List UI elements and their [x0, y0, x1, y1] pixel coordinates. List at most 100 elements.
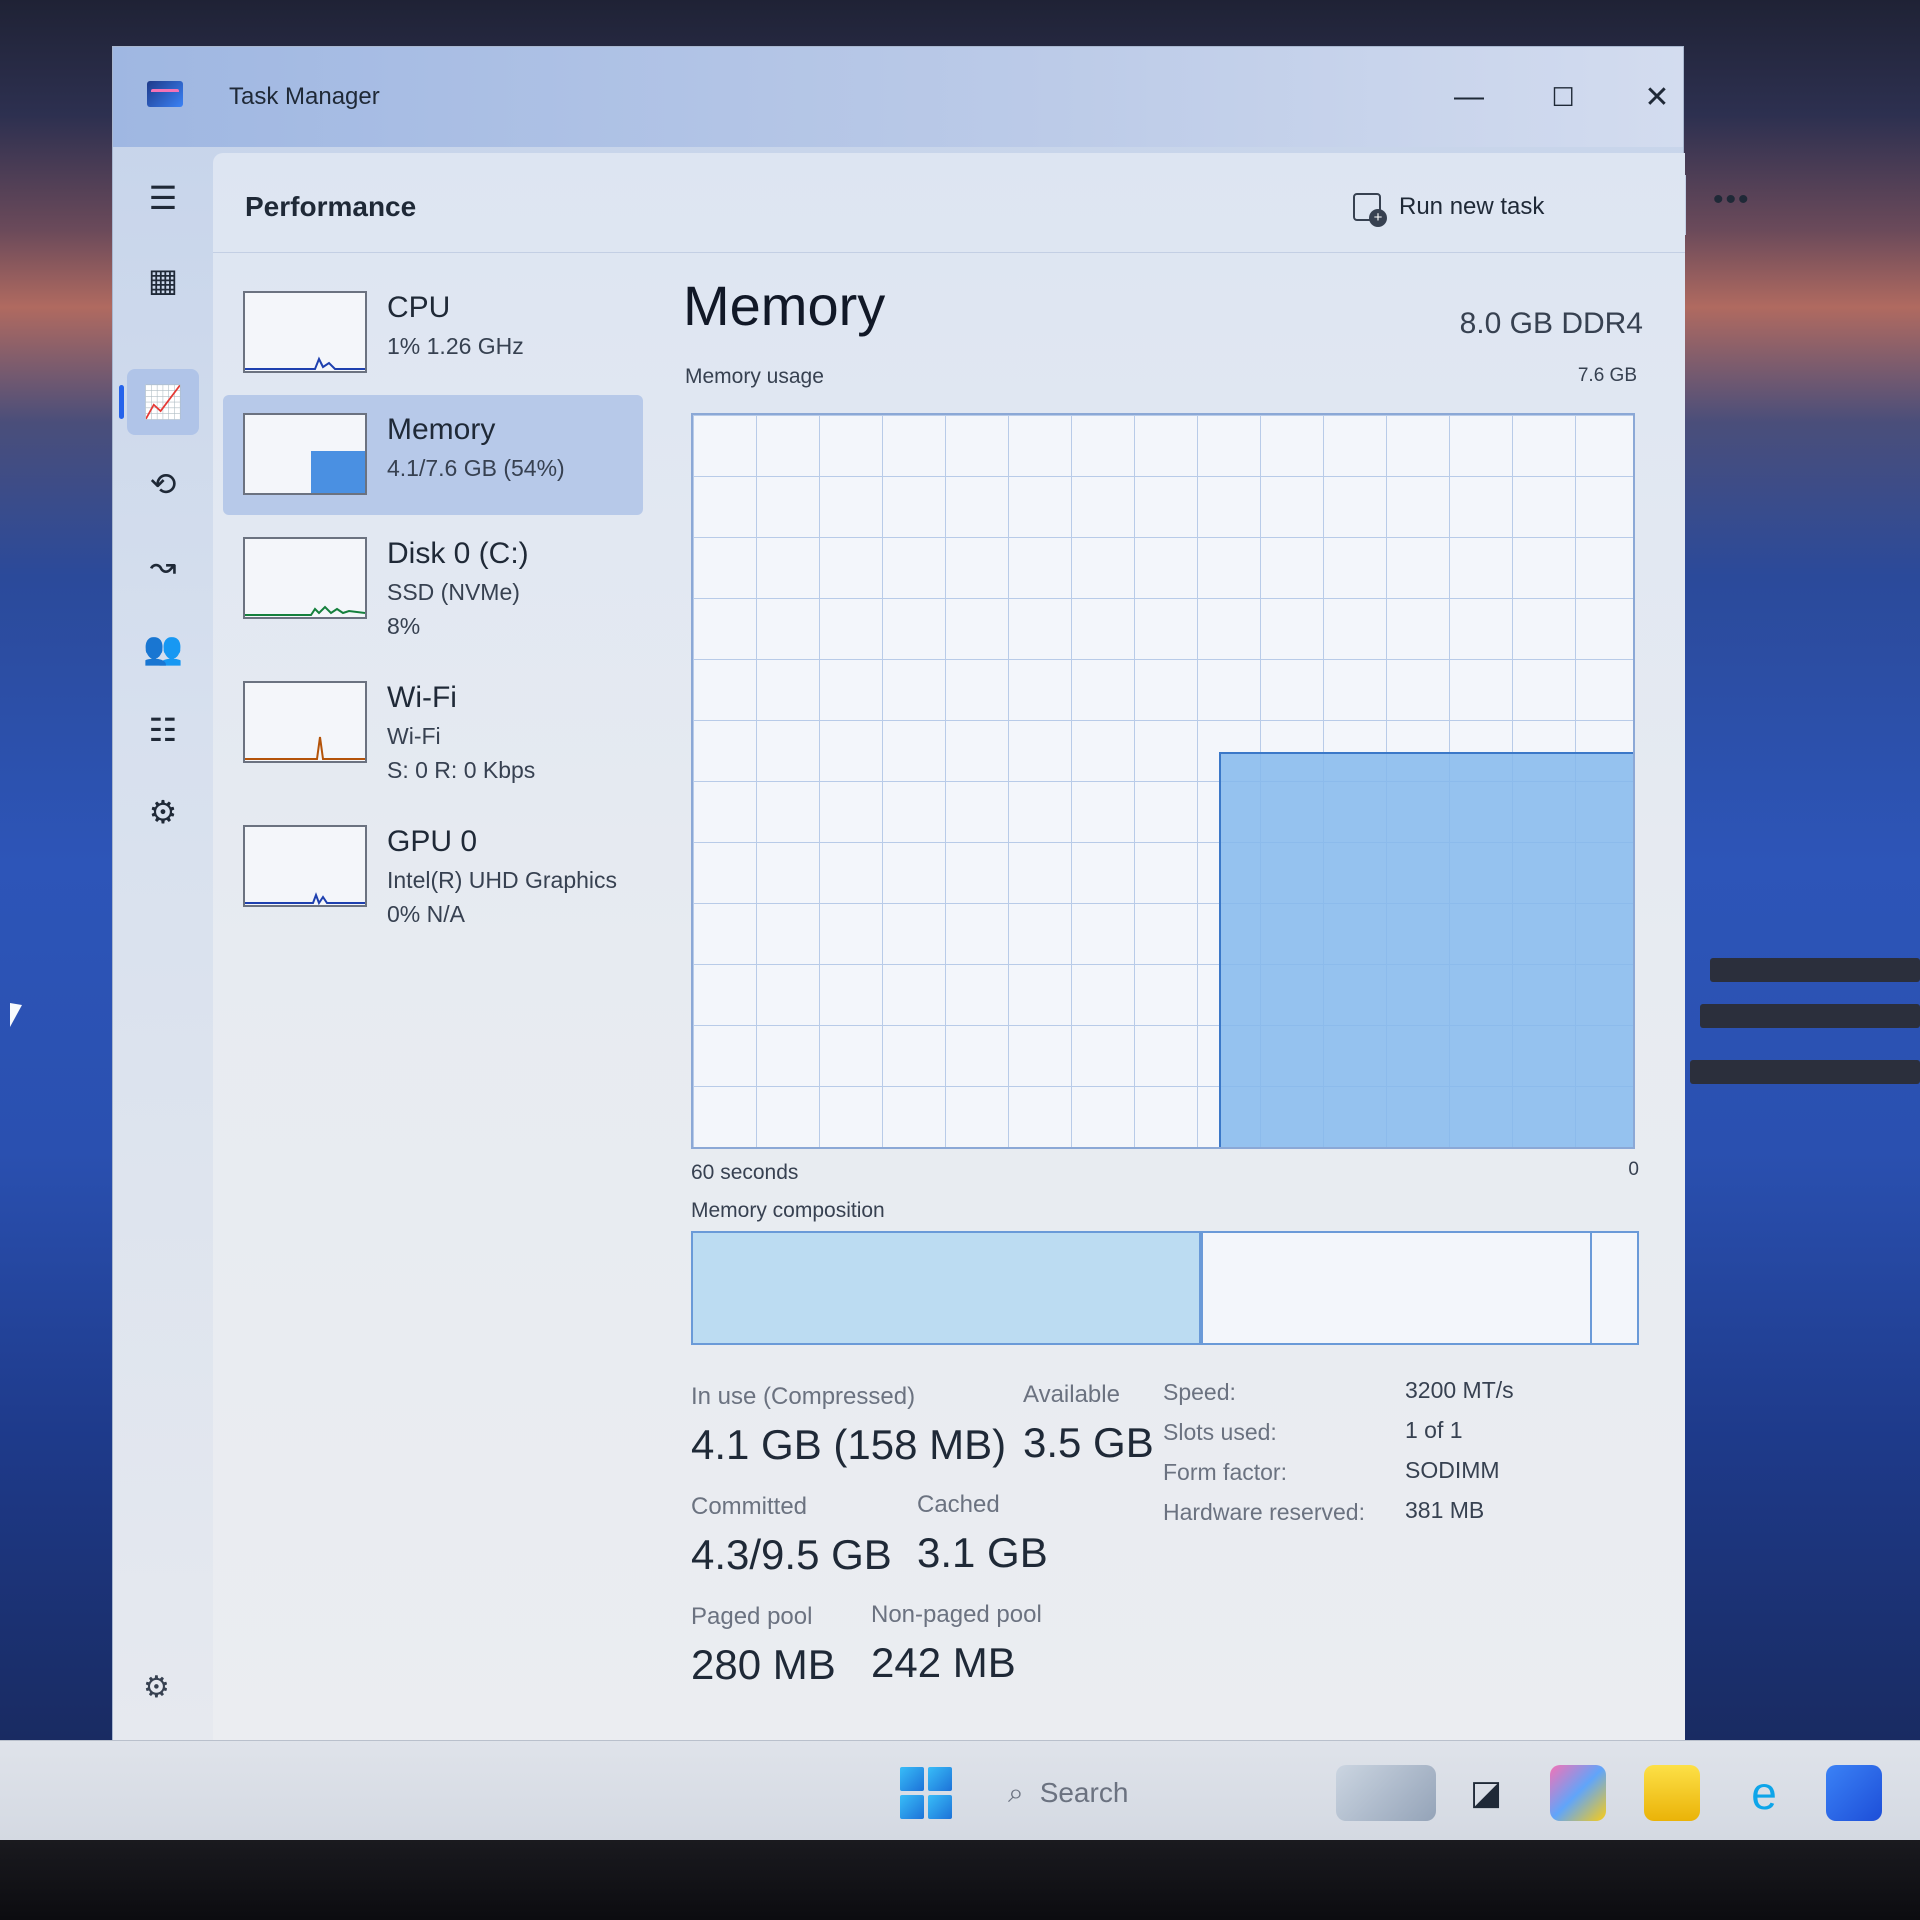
monitor-bezel [0, 1840, 1920, 1920]
available-label: Available [1023, 1381, 1120, 1408]
device-name: Wi-Fi [387, 681, 457, 714]
task-manager-app-icon [147, 81, 183, 107]
device-stat: 0% N/A [387, 901, 465, 927]
cached-label: Cached [917, 1491, 1000, 1518]
gpu-thumbnail-graph [243, 825, 367, 907]
cpu-thumbnail-graph [243, 291, 367, 373]
active-nav-indicator [119, 385, 124, 419]
graph-time-right: 0 [1628, 1159, 1639, 1180]
header-divider [1685, 175, 1686, 235]
wallpaper-pier [1700, 1004, 1920, 1028]
available-value: 3.5 GB [1023, 1419, 1154, 1466]
details-icon[interactable]: ☷ [127, 697, 199, 763]
copilot-icon[interactable] [1550, 1765, 1606, 1821]
maximize-button[interactable]: ☐ [1533, 67, 1593, 127]
header-bar: Performance Run new task ••• [213, 153, 1749, 253]
close-button[interactable]: ✕ [1627, 67, 1687, 127]
app-history-icon[interactable]: ⟲ [127, 451, 199, 517]
device-stat: Wi-Fi [387, 723, 441, 749]
windows-logo-tile [900, 1767, 924, 1791]
cached-value: 3.1 GB [917, 1529, 1048, 1576]
in-use-value: 4.1 GB (158 MB) [691, 1421, 1007, 1468]
slots-used-key: Slots used: [1163, 1419, 1277, 1445]
paged-pool-value: 280 MB [691, 1641, 836, 1688]
users-icon[interactable]: 👥 [127, 615, 199, 681]
memory-composition-label: Memory composition [691, 1199, 885, 1222]
taskbar-search-box[interactable]: ⌕ Search [990, 1765, 1290, 1821]
run-new-task-label: Run new task [1399, 193, 1545, 220]
title-bar[interactable]: Task Manager — ☐ ✕ [113, 47, 1683, 147]
settings-gear-icon[interactable]: ⚙ [143, 1670, 170, 1705]
more-options-button[interactable]: ••• [1713, 183, 1751, 217]
startup-apps-icon[interactable]: ↝ [127, 533, 199, 599]
windows-logo-tile [928, 1767, 952, 1791]
device-name: GPU 0 [387, 825, 478, 858]
device-item-cpu[interactable]: CPU 1% 1.26 GHz [223, 273, 643, 393]
page-title: Performance [245, 191, 417, 222]
device-stat: S: 0 R: 0 Kbps [387, 757, 536, 783]
wallpaper-pier [1710, 958, 1920, 982]
hardware-reserved-key: Hardware reserved: [1163, 1499, 1365, 1525]
windows-logo-tile [928, 1795, 952, 1819]
memory-composition-bar [691, 1231, 1639, 1345]
composition-in-use [693, 1233, 1203, 1343]
device-item-memory[interactable]: Memory 4.1/7.6 GB (54%) [223, 395, 643, 515]
performance-content: Performance Run new task ••• CPU 1% 1.26… [213, 153, 1749, 1747]
memory-thumbnail-graph [243, 413, 367, 495]
device-name: Disk 0 (C:) [387, 537, 529, 570]
store-icon[interactable] [1826, 1765, 1882, 1821]
paged-pool-label: Paged pool [691, 1603, 813, 1630]
run-new-task-button[interactable]: Run new task [1353, 187, 1544, 227]
nav-rail: ☰ ▦ 📈 ⟲ ↝ 👥 ☷ ⚙ ⚙ [113, 147, 213, 1747]
device-stat: 8% [387, 613, 421, 639]
wifi-thumbnail-graph [243, 681, 367, 763]
memory-thumbnail-fill [311, 451, 365, 493]
window-title: Task Manager [229, 83, 380, 110]
task-view-icon[interactable]: ◪ [1458, 1765, 1514, 1821]
device-item-wifi[interactable]: Wi-Fi Wi-Fi S: 0 R: 0 Kbps [223, 663, 643, 799]
form-factor-key: Form factor: [1163, 1459, 1287, 1485]
speed-key: Speed: [1163, 1379, 1236, 1405]
device-stat: 1% 1.26 GHz [387, 333, 524, 359]
committed-label: Committed [691, 1493, 808, 1520]
gpu-sparkline [245, 892, 365, 906]
device-stat: Intel(R) UHD Graphics [387, 867, 618, 893]
performance-icon[interactable]: 📈 [127, 369, 199, 435]
memory-usage-area [1219, 751, 1633, 1147]
memory-title: Memory [683, 274, 886, 337]
graph-time-left: 60 seconds [691, 1161, 799, 1184]
widgets-icon[interactable] [1336, 1765, 1436, 1821]
edge-browser-icon[interactable]: e [1736, 1765, 1792, 1821]
wallpaper-pier [1690, 1060, 1920, 1084]
device-stat: SSD (NVMe) [387, 579, 520, 605]
taskbar: ⌕ Search ◪ e [0, 1740, 1920, 1840]
form-factor-value: SODIMM [1405, 1457, 1500, 1483]
disk-sparkline [245, 605, 366, 616]
minimize-button[interactable]: — [1439, 67, 1499, 127]
disk-thumbnail-graph [243, 537, 367, 619]
hamburger-icon[interactable]: ☰ [127, 165, 199, 231]
memory-usage-graph [691, 413, 1635, 1149]
device-name: Memory [387, 413, 496, 446]
slots-used-value: 1 of 1 [1405, 1417, 1463, 1443]
processes-icon[interactable]: ▦ [127, 247, 199, 313]
non-paged-pool-label: Non-paged pool [871, 1601, 1042, 1628]
search-icon: ⌕ [1008, 1776, 1024, 1808]
non-paged-pool-value: 242 MB [871, 1639, 1016, 1686]
task-manager-window: Task Manager — ☐ ✕ ☰ ▦ 📈 ⟲ ↝ 👥 ☷ ⚙ ⚙ Per… [112, 46, 1749, 1747]
file-explorer-icon[interactable] [1644, 1765, 1700, 1821]
windows-logo-tile [900, 1795, 924, 1819]
cpu-sparkline [245, 356, 365, 370]
device-stat: 4.1/7.6 GB (54%) [387, 455, 565, 481]
device-item-disk[interactable]: Disk 0 (C:) SSD (NVMe) 8% [223, 519, 643, 655]
services-icon[interactable]: ⚙ [127, 779, 199, 845]
memory-usage-label: Memory usage [685, 365, 824, 388]
run-task-icon [1353, 193, 1387, 227]
search-placeholder: Search [1039, 1777, 1129, 1808]
speed-value: 3200 MT/s [1405, 1377, 1514, 1403]
in-use-label: In use (Compressed) [691, 1383, 916, 1410]
memory-usage-max: 7.6 GB [1577, 365, 1637, 386]
start-button[interactable] [900, 1767, 952, 1819]
wifi-sparkline [245, 736, 365, 760]
device-item-gpu[interactable]: GPU 0 Intel(R) UHD Graphics 0% N/A [223, 807, 643, 943]
